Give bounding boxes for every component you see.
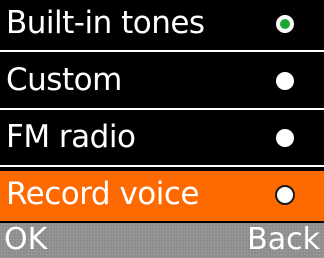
option-built-in-tones[interactable]: Built-in tones bbox=[0, 0, 324, 50]
divider bbox=[0, 50, 324, 52]
option-label: Built-in tones bbox=[6, 5, 205, 41]
ringtone-source-screen: Built-in tones Custom FM radio Record vo… bbox=[0, 0, 324, 258]
option-custom[interactable]: Custom bbox=[0, 57, 324, 107]
option-record-voice[interactable]: Record voice bbox=[0, 171, 324, 221]
radio-button-icon[interactable] bbox=[276, 72, 294, 90]
option-fm-radio[interactable]: FM radio bbox=[0, 114, 324, 164]
option-label: FM radio bbox=[6, 119, 136, 155]
ok-softkey[interactable]: OK bbox=[4, 222, 47, 258]
option-label: Record voice bbox=[6, 176, 200, 212]
divider bbox=[0, 165, 324, 167]
option-label: Custom bbox=[6, 62, 122, 98]
back-softkey[interactable]: Back bbox=[247, 222, 320, 258]
radio-button-icon[interactable] bbox=[276, 129, 294, 147]
softkey-bar: OK Back bbox=[0, 222, 324, 258]
divider bbox=[0, 108, 324, 110]
radio-button-icon[interactable] bbox=[276, 15, 294, 33]
radio-button-icon[interactable] bbox=[275, 185, 295, 205]
